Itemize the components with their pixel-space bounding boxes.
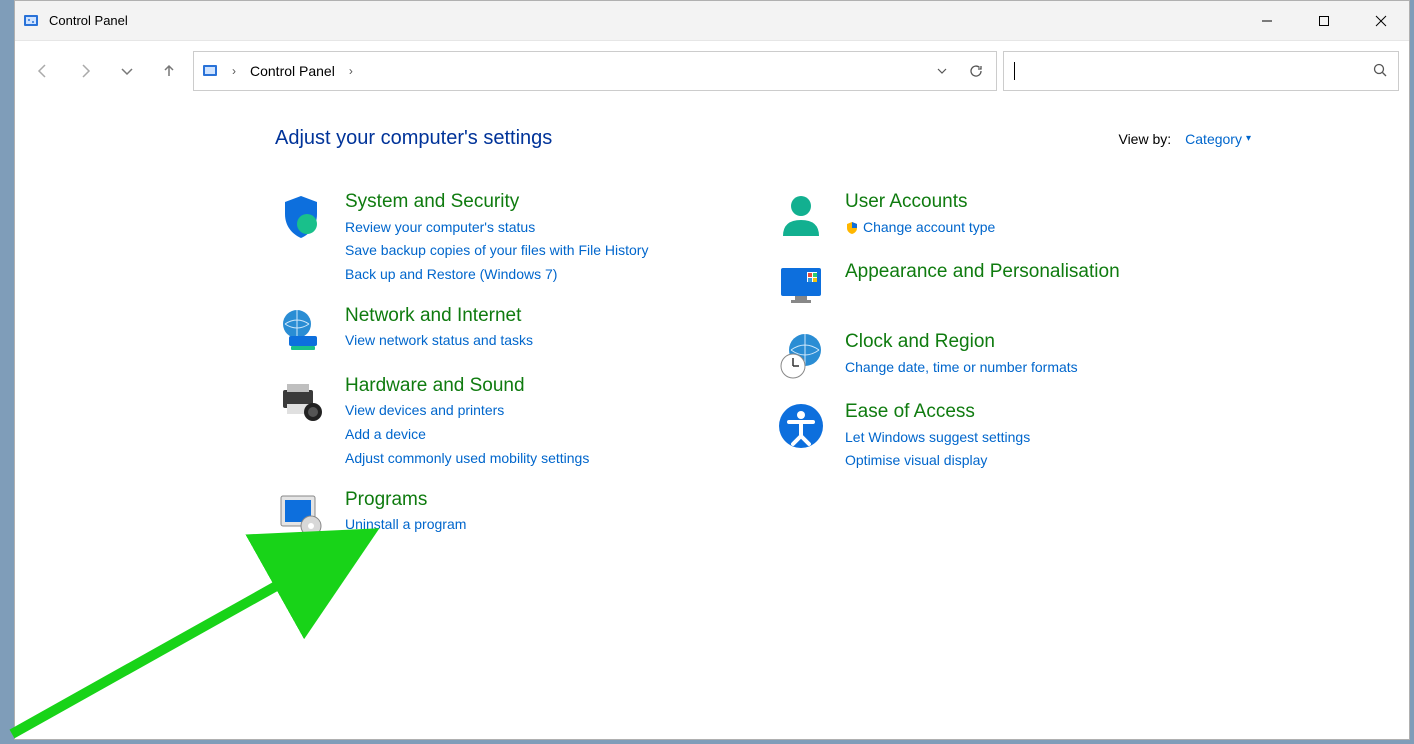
- link-backup-restore[interactable]: Back up and Restore (Windows 7): [345, 264, 648, 286]
- appearance-monitor-icon: [775, 260, 827, 312]
- view-by-label: View by:: [1118, 131, 1171, 147]
- link-change-formats[interactable]: Change date, time or number formats: [845, 357, 1078, 379]
- content-area: Adjust your computer's settings View by:…: [15, 101, 1409, 739]
- view-by-selector: View by: Category ▾: [1118, 131, 1251, 147]
- programs-disc-icon: [275, 488, 327, 540]
- maximize-button[interactable]: [1295, 1, 1352, 41]
- recent-locations-button[interactable]: [109, 53, 145, 89]
- up-button[interactable]: [151, 53, 187, 89]
- category-title[interactable]: System and Security: [345, 190, 648, 215]
- category-system-security: System and Security Review your computer…: [275, 190, 675, 286]
- link-optimise-display[interactable]: Optimise visual display: [845, 450, 1030, 472]
- refresh-button[interactable]: [964, 63, 988, 79]
- network-globe-icon: [275, 304, 327, 356]
- category-title[interactable]: Hardware and Sound: [345, 374, 589, 399]
- view-by-value: Category: [1185, 131, 1242, 147]
- control-panel-window: Control Panel › Control Pane: [14, 0, 1410, 740]
- user-accounts-icon: [775, 190, 827, 242]
- link-network-status[interactable]: View network status and tasks: [345, 330, 533, 352]
- category-user-accounts: User Accounts Change account type: [775, 190, 1175, 242]
- window-title: Control Panel: [49, 13, 128, 28]
- link-devices-printers[interactable]: View devices and printers: [345, 400, 589, 422]
- link-mobility-settings[interactable]: Adjust commonly used mobility settings: [345, 448, 589, 470]
- category-title[interactable]: Appearance and Personalisation: [845, 260, 1120, 285]
- uac-shield-icon: [845, 221, 859, 235]
- link-uninstall-program[interactable]: Uninstall a program: [345, 514, 466, 536]
- back-button[interactable]: [25, 53, 61, 89]
- view-by-dropdown[interactable]: Category ▾: [1185, 131, 1251, 147]
- control-panel-icon: [202, 63, 218, 79]
- printer-camera-icon: [275, 374, 327, 426]
- category-programs: Programs Uninstall a program: [275, 488, 675, 540]
- categories-column-left: System and Security Review your computer…: [275, 190, 675, 540]
- control-panel-icon: [23, 13, 39, 29]
- link-suggest-settings[interactable]: Let Windows suggest settings: [845, 427, 1030, 449]
- chevron-right-icon: ›: [345, 64, 357, 78]
- category-title[interactable]: Clock and Region: [845, 330, 1078, 355]
- category-ease-of-access: Ease of Access Let Windows suggest setti…: [775, 400, 1175, 472]
- search-input[interactable]: [1023, 63, 1364, 79]
- breadcrumb-root[interactable]: Control Panel: [250, 63, 335, 79]
- forward-button[interactable]: [67, 53, 103, 89]
- close-button[interactable]: [1352, 1, 1409, 41]
- category-hardware-sound: Hardware and Sound View devices and prin…: [275, 374, 675, 470]
- accessibility-icon: [775, 400, 827, 452]
- category-clock-region: Clock and Region Change date, time or nu…: [775, 330, 1175, 382]
- category-title[interactable]: User Accounts: [845, 190, 995, 215]
- link-add-device[interactable]: Add a device: [345, 424, 589, 446]
- category-title[interactable]: Network and Internet: [345, 304, 533, 329]
- link-file-history[interactable]: Save backup copies of your files with Fi…: [345, 240, 648, 262]
- security-shield-icon: [275, 190, 327, 242]
- addressbar: › Control Panel ›: [15, 41, 1409, 101]
- minimize-button[interactable]: [1238, 1, 1295, 41]
- settings-header: Adjust your computer's settings View by:…: [275, 127, 1369, 150]
- link-text: Change account type: [863, 217, 995, 239]
- search-icon: [1372, 62, 1388, 81]
- category-network-internet: Network and Internet View network status…: [275, 304, 675, 356]
- link-review-status[interactable]: Review your computer's status: [345, 217, 648, 239]
- clock-globe-icon: [775, 330, 827, 382]
- chevron-right-icon: ›: [228, 64, 240, 78]
- search-box[interactable]: [1003, 51, 1399, 91]
- text-cursor: [1014, 62, 1015, 80]
- page-title: Adjust your computer's settings: [275, 127, 552, 150]
- categories-column-right: User Accounts Change account type: [775, 190, 1175, 540]
- category-appearance: Appearance and Personalisation: [775, 260, 1175, 312]
- categories-grid: System and Security Review your computer…: [275, 190, 1369, 540]
- chevron-down-icon: ▾: [1246, 133, 1251, 144]
- category-title[interactable]: Programs: [345, 488, 466, 513]
- link-change-account-type[interactable]: Change account type: [845, 217, 995, 239]
- titlebar: Control Panel: [15, 1, 1409, 41]
- category-title[interactable]: Ease of Access: [845, 400, 1030, 425]
- breadcrumb-bar[interactable]: › Control Panel ›: [193, 51, 997, 91]
- path-dropdown-button[interactable]: [930, 65, 954, 77]
